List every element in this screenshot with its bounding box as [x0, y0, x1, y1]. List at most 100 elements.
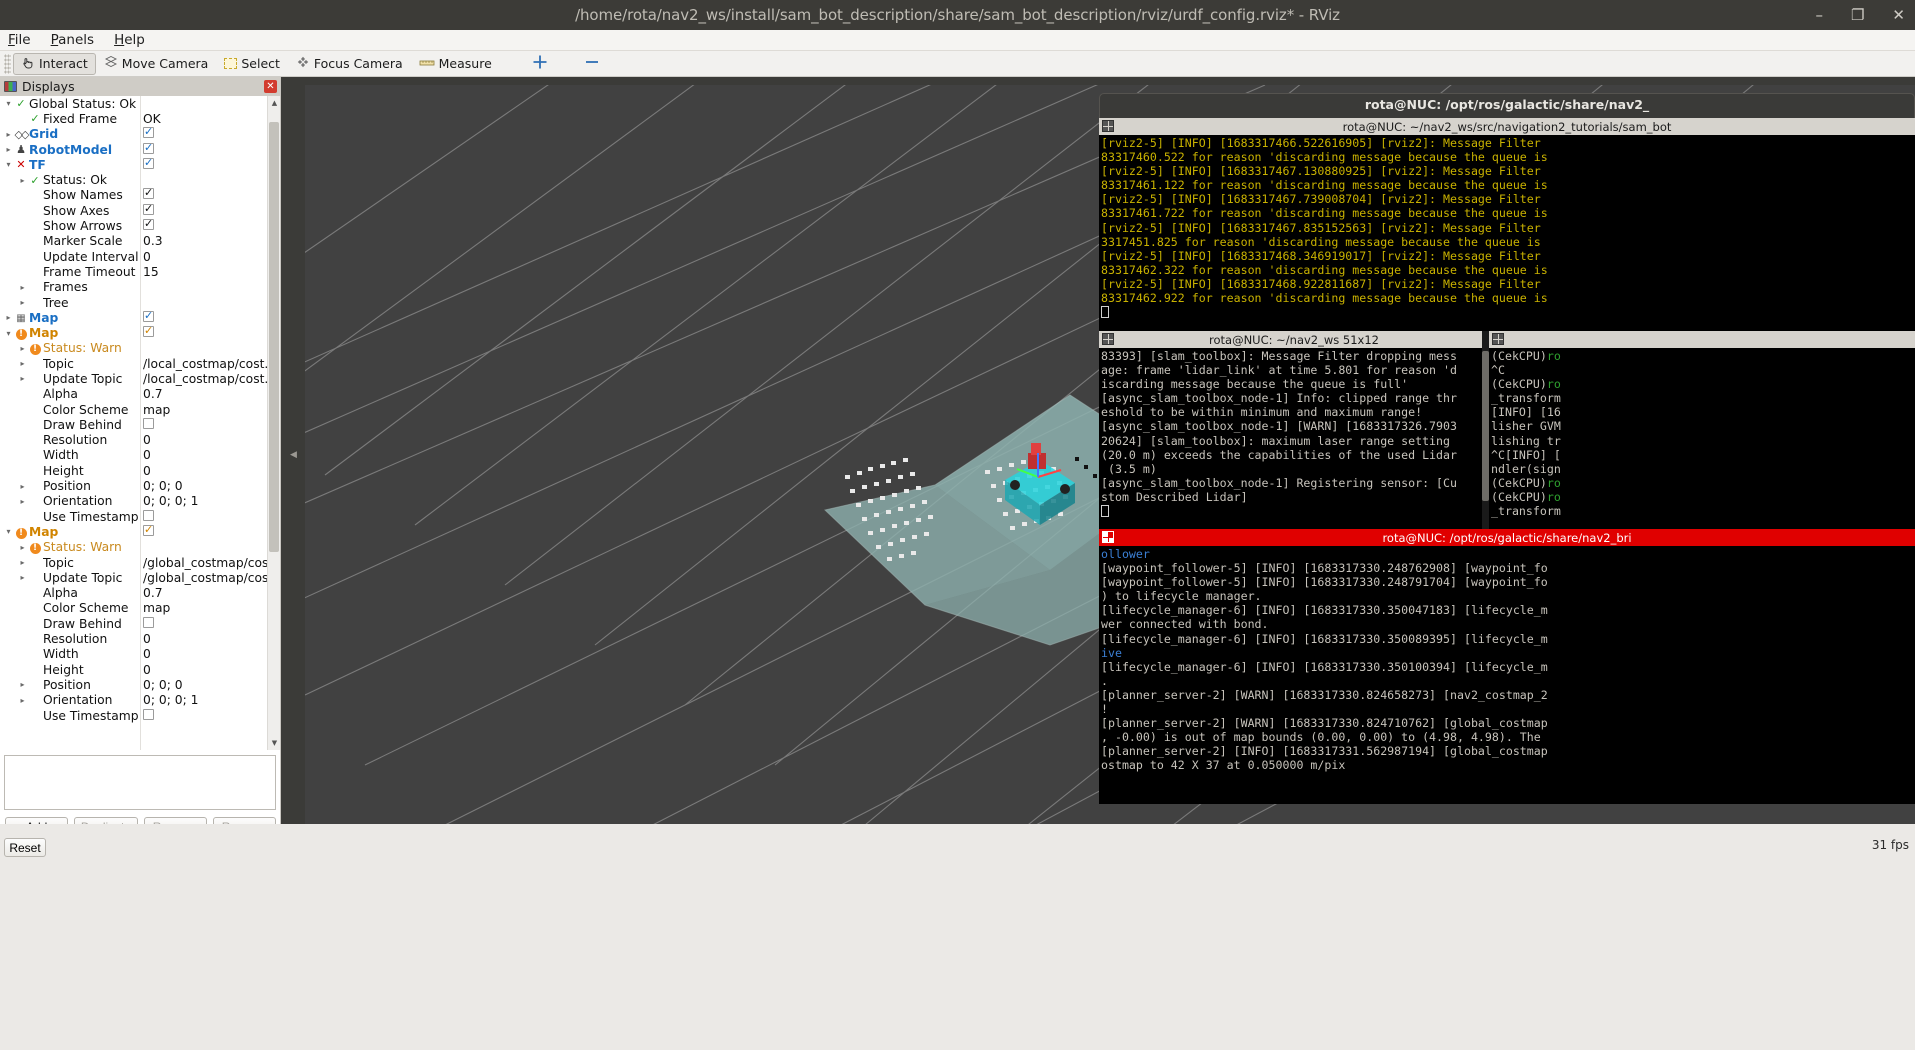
display-tree-row[interactable]: Width 0 — [0, 448, 281, 463]
display-tree-row[interactable]: Topic/local_costmap/cost... — [0, 356, 281, 371]
terminal-tabs-icon[interactable] — [1102, 333, 1114, 345]
display-tree-row[interactable]: Draw Behind — [0, 616, 281, 631]
display-row-value[interactable]: 0 — [141, 448, 281, 462]
display-tree-row[interactable]: ✓ Fixed Frame OK — [0, 111, 281, 126]
terminal-top-titlebar[interactable]: rota@NUC: ~/nav2_ws/src/navigation2_tuto… — [1099, 118, 1915, 135]
terminal-middle-right[interactable]: (CekCPU)ro ^C (CekCPU)ro _transform [INF… — [1489, 331, 1915, 529]
chevron-down-icon[interactable] — [4, 527, 13, 536]
display-tree-row[interactable]: ✕TF — [0, 157, 281, 172]
display-row-value[interactable] — [141, 219, 281, 233]
display-row-value[interactable] — [141, 203, 281, 218]
display-tree-row[interactable]: Alpha 0.7 — [0, 387, 281, 402]
minimize-button[interactable]: – — [1815, 6, 1823, 24]
display-tree-row[interactable]: ✓Status: Ok — [0, 172, 281, 187]
display-row-value[interactable] — [141, 326, 281, 340]
display-tree-row[interactable]: Tree — [0, 295, 281, 310]
display-row-value[interactable] — [141, 616, 281, 631]
display-tree-row[interactable]: !Status: Warn — [0, 540, 281, 555]
display-tree-row[interactable]: Show Axes — [0, 203, 281, 218]
displays-tree[interactable]: ✓Global Status: Ok✓Fixed FrameOK◇◇Grid♟R… — [0, 96, 281, 750]
display-tree-row[interactable]: !Map — [0, 325, 281, 341]
chevron-right-icon[interactable] — [18, 176, 27, 185]
display-tree-row[interactable]: Height 0 — [0, 463, 281, 478]
displays-close-icon[interactable]: ✕ — [264, 80, 277, 93]
display-tree-row[interactable]: Frames — [0, 280, 281, 295]
displays-scrollbar[interactable]: ▲ ▼ — [267, 96, 280, 750]
display-row-checkbox[interactable] — [143, 326, 154, 338]
display-tree-row[interactable]: ✓Global Status: Ok — [0, 96, 281, 111]
chevron-right-icon[interactable] — [18, 298, 27, 307]
display-row-checkbox[interactable] — [143, 310, 154, 322]
chevron-right-icon[interactable] — [18, 482, 27, 491]
terminal-bottom-titlebar[interactable]: rota@NUC: /opt/ros/galactic/share/nav2_b… — [1099, 529, 1915, 546]
display-row-value[interactable]: map — [141, 601, 281, 615]
display-row-value[interactable] — [141, 708, 281, 723]
display-tree-row[interactable]: Update Topic/global_costmap/cost. — [0, 570, 281, 585]
display-row-value[interactable] — [141, 127, 281, 141]
display-row-value[interactable]: 0 — [141, 663, 281, 677]
tool-move-camera[interactable]: Move Camera — [96, 53, 217, 75]
terminal-ml-scrollbar[interactable] — [1482, 331, 1489, 529]
display-tree-row[interactable]: ♟RobotModel — [0, 142, 281, 157]
chevron-right-icon[interactable] — [18, 344, 27, 353]
display-tree-row[interactable]: Marker Scale 0.3 — [0, 234, 281, 249]
chevron-right-icon[interactable] — [18, 497, 27, 506]
display-row-value[interactable]: 0.7 — [141, 586, 281, 600]
chevron-right-icon[interactable] — [18, 359, 27, 368]
display-row-value[interactable] — [141, 417, 281, 432]
tool-2d-pose-estimate[interactable] — [524, 53, 556, 75]
toolbar-grip[interactable] — [4, 53, 11, 74]
display-tree-row[interactable]: Draw Behind — [0, 417, 281, 432]
display-row-checkbox[interactable] — [143, 417, 154, 429]
terminal-middle-left[interactable]: rota@NUC: ~/nav2_ws 51x12 83393] [slam_t… — [1099, 331, 1489, 529]
terminal-top[interactable]: rota@NUC: ~/nav2_ws/src/navigation2_tuto… — [1099, 118, 1915, 331]
display-row-value[interactable]: /local_costmap/cost... — [141, 357, 281, 371]
display-tree-row[interactable]: Topic/global_costmap/cost. — [0, 555, 281, 570]
display-row-value[interactable]: 0.7 — [141, 387, 281, 401]
display-row-value[interactable]: /global_costmap/cost. — [141, 556, 281, 570]
chevron-right-icon[interactable] — [18, 283, 27, 292]
display-tree-row[interactable]: Width 0 — [0, 647, 281, 662]
chevron-right-icon[interactable] — [4, 145, 13, 154]
display-row-checkbox[interactable] — [143, 203, 154, 215]
tool-minus[interactable] — [576, 53, 608, 75]
display-row-value[interactable] — [141, 509, 281, 524]
tool-focus-camera[interactable]: Focus Camera — [288, 53, 411, 75]
reset-button[interactable]: Reset — [4, 838, 46, 857]
tool-interact[interactable]: Interact — [13, 52, 96, 75]
display-tree-row[interactable]: !Map — [0, 524, 281, 539]
display-tree-row[interactable]: Color Scheme map — [0, 402, 281, 417]
display-row-value[interactable]: 0 — [141, 632, 281, 646]
terminal-middle-left-titlebar[interactable]: rota@NUC: ~/nav2_ws 51x12 — [1099, 331, 1489, 348]
display-row-value[interactable]: /global_costmap/cost. — [141, 571, 281, 585]
chevron-right-icon[interactable] — [18, 573, 27, 582]
terminal-middle-right-titlebar[interactable] — [1489, 331, 1915, 348]
display-row-value[interactable]: 0 — [141, 464, 281, 478]
chevron-down-icon[interactable] — [4, 329, 13, 338]
display-tree-row[interactable]: Show Arrows — [0, 218, 281, 233]
chevron-right-icon[interactable] — [18, 543, 27, 552]
display-row-value[interactable] — [141, 310, 281, 325]
display-tree-row[interactable]: Resolution 0 — [0, 433, 281, 448]
display-tree-row[interactable]: Frame Timeout 15 — [0, 264, 281, 279]
display-tree-row[interactable]: Height 0 — [0, 662, 281, 677]
display-row-value[interactable]: 0; 0; 0 — [141, 678, 281, 692]
chevron-right-icon[interactable] — [18, 696, 27, 705]
scrollbar-thumb[interactable] — [269, 122, 279, 552]
chevron-right-icon[interactable] — [18, 558, 27, 567]
chevron-down-icon[interactable] — [4, 99, 13, 108]
display-tree-row[interactable]: ▦Map — [0, 310, 281, 325]
chevron-right-icon[interactable] — [18, 374, 27, 383]
display-tree-row[interactable]: Update Interval 0 — [0, 249, 281, 264]
display-row-checkbox[interactable] — [143, 509, 154, 521]
display-row-value[interactable]: 0 — [141, 647, 281, 661]
close-button[interactable]: ✕ — [1892, 6, 1905, 24]
display-row-value[interactable]: map — [141, 403, 281, 417]
menu-panels[interactable]: Panels — [51, 32, 94, 48]
display-tree-row[interactable]: Use Timestamp — [0, 708, 281, 723]
display-row-value[interactable] — [141, 524, 281, 539]
chevron-right-icon[interactable] — [4, 130, 13, 139]
display-tree-row[interactable]: Resolution 0 — [0, 631, 281, 646]
display-row-value[interactable]: 0; 0; 0; 1 — [141, 693, 281, 707]
scroll-up-icon[interactable]: ▲ — [269, 97, 280, 109]
